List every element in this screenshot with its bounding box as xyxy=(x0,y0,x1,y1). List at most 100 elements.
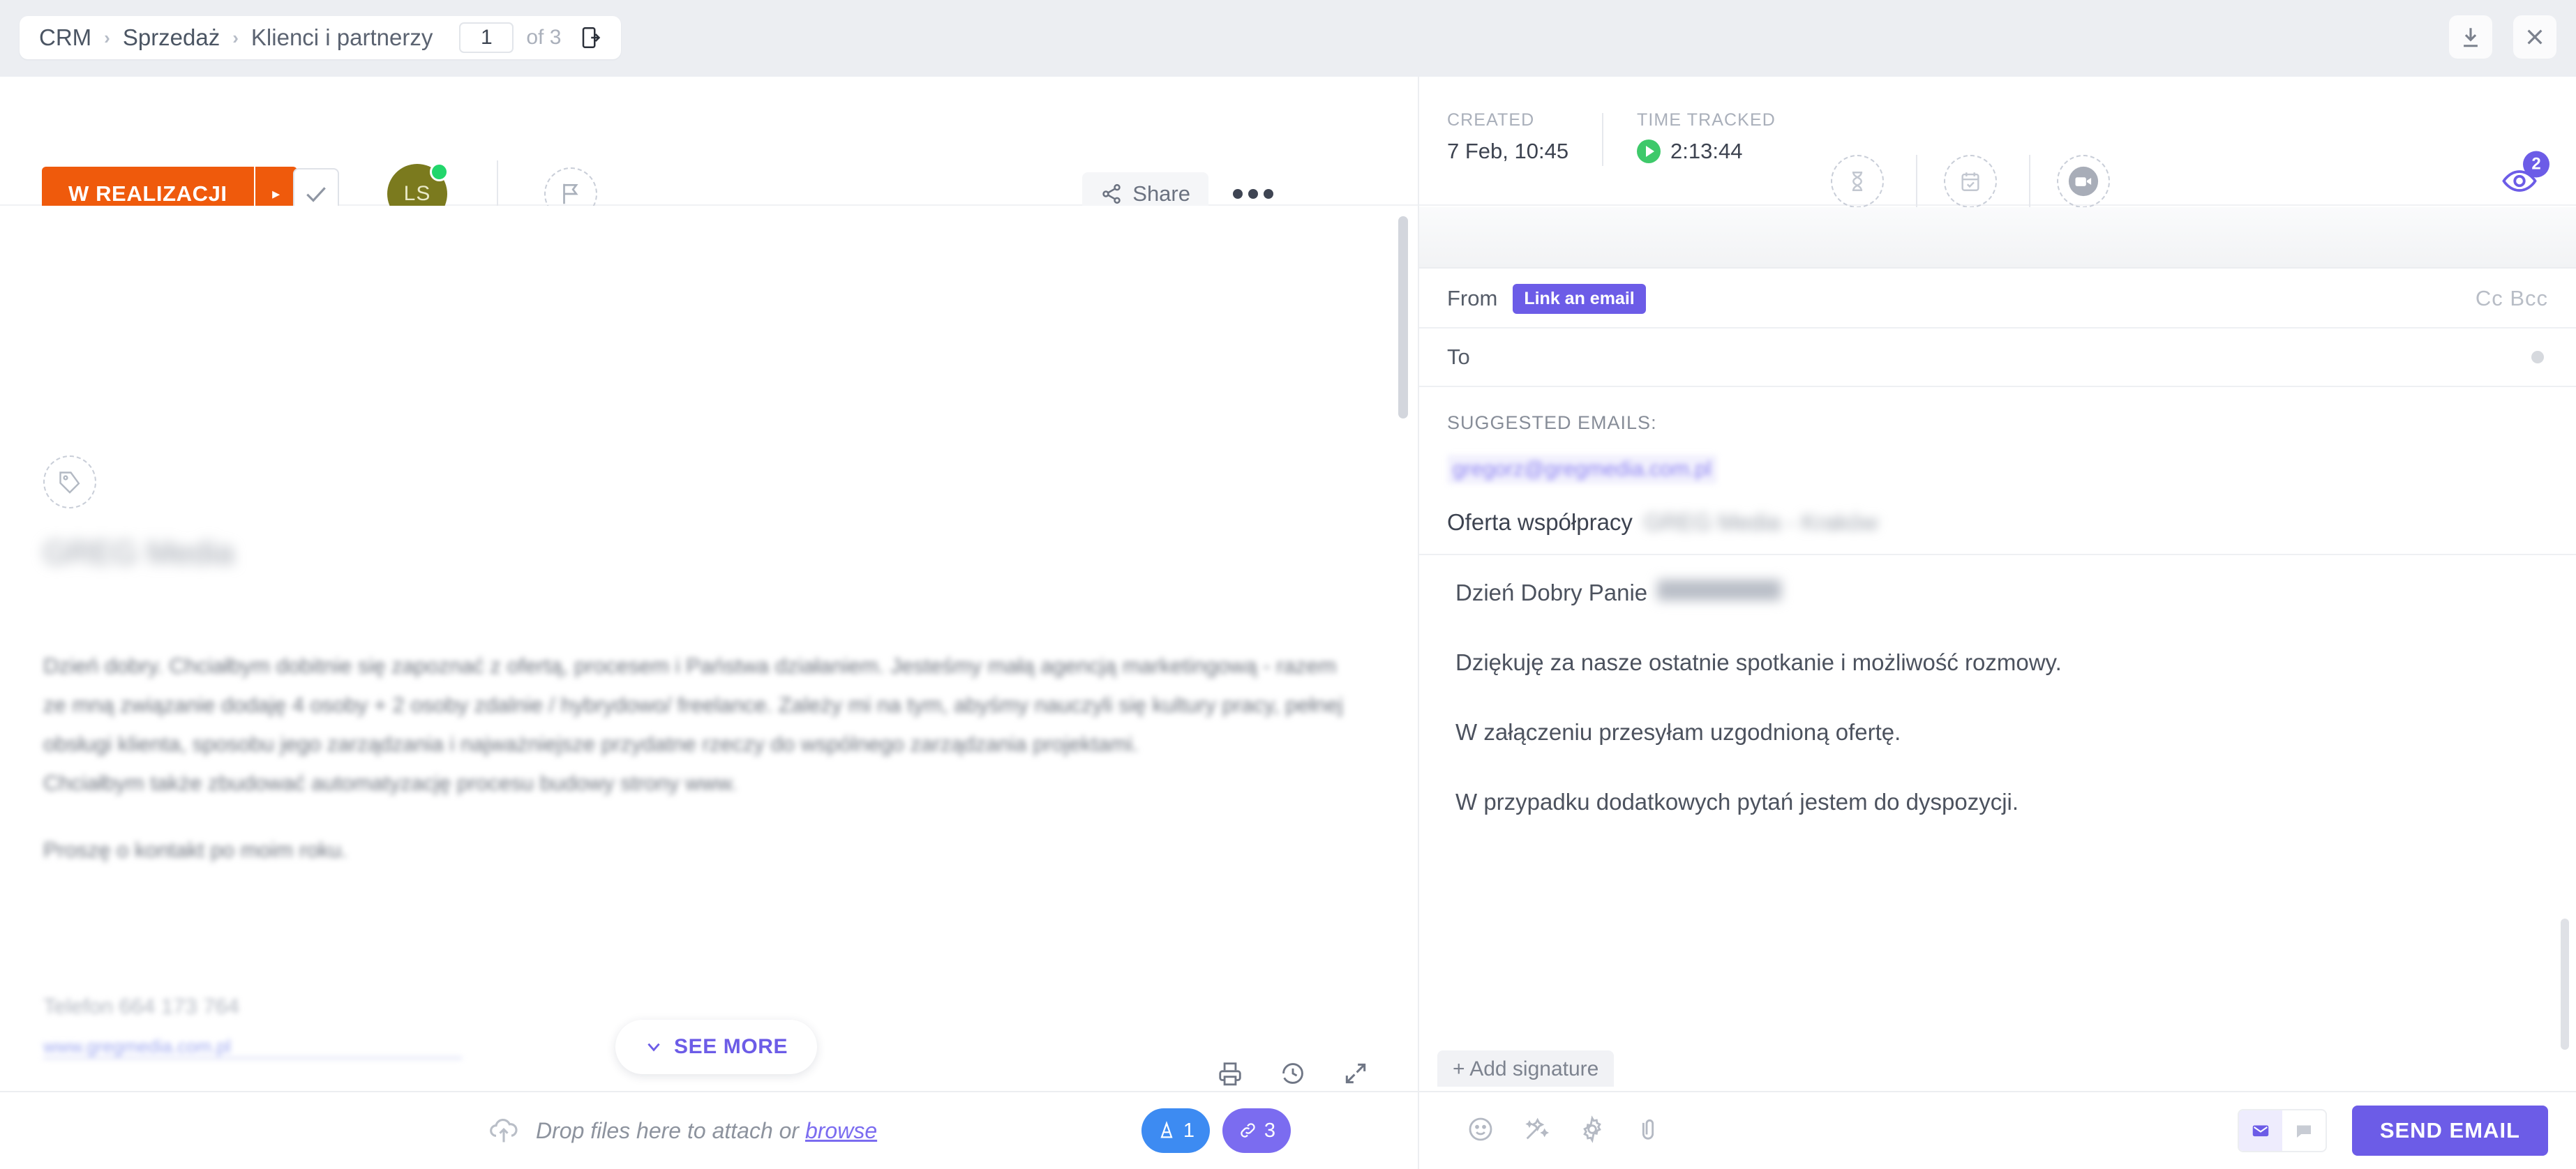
email-body-line: W załączeniu przesyłam uzgodnioną ofertę… xyxy=(1455,717,2534,748)
meta-divider xyxy=(1602,113,1603,166)
presence-dot xyxy=(430,163,449,181)
suggested-emails-title: SUGGESTED EMAILS: xyxy=(1447,412,1657,433)
to-label: To xyxy=(1447,345,1470,369)
hourglass-icon[interactable] xyxy=(1831,155,1884,208)
email-composer-panel: CREATED 7 Feb, 10:45 TIME TRACKED 2:13:4… xyxy=(1418,77,2576,1169)
watchers-button[interactable]: 2 xyxy=(2501,151,2549,204)
page-number-input[interactable]: 1 xyxy=(459,22,514,53)
envelope-icon xyxy=(2252,1125,2269,1137)
created-value: 7 Feb, 10:45 xyxy=(1447,139,1569,163)
link-an-email-button[interactable]: Link an email xyxy=(1513,283,1646,314)
email-body-line: Dzień Dobry Panie xyxy=(1455,578,2534,608)
expand-icon[interactable] xyxy=(1342,1060,1369,1090)
print-icon[interactable] xyxy=(1217,1060,1243,1090)
magic-wand-icon[interactable] xyxy=(1522,1115,1550,1147)
deal-toolbar: W REALIZACJI ▸ LS Share xyxy=(0,77,1418,227)
to-row[interactable]: To xyxy=(1419,329,2576,387)
email-body-line: Dziękuję za nasze ostatnie spotkanie i m… xyxy=(1455,647,2534,678)
time-tracked-label: TIME TRACKED xyxy=(1637,110,1776,130)
share-icon xyxy=(1102,183,1121,204)
paperclip-icon[interactable] xyxy=(1634,1115,1662,1147)
comment-icon xyxy=(2296,1125,2311,1138)
subject-row[interactable]: Oferta współpracy GREG Media - Kraków xyxy=(1419,509,2576,555)
breadcrumb-separator: › xyxy=(232,27,239,48)
open-external-icon[interactable] xyxy=(576,22,604,53)
close-icon[interactable] xyxy=(2513,15,2556,59)
mode-email-option[interactable] xyxy=(2238,1110,2282,1151)
deal-detail-panel: W REALIZACJI ▸ LS Share GREG Media Dzień… xyxy=(0,77,1418,1169)
deal-title: GREG Media xyxy=(43,534,234,571)
composer-tool-icons xyxy=(1467,1115,1662,1147)
deal-description: Dzień dobry. Chciałbym dobitnie się zapo… xyxy=(43,647,1355,870)
mode-comment-option[interactable] xyxy=(2282,1110,2326,1151)
email-body-text: Dziękuję za nasze ostatnie spotkanie i m… xyxy=(1455,649,2062,675)
see-more-button[interactable]: SEE MORE xyxy=(615,1020,818,1074)
deal-website-link[interactable]: www.gregmedia.com.pl xyxy=(43,1036,462,1059)
attachment-count-chip[interactable]: 1 xyxy=(1141,1108,1210,1153)
gear-icon[interactable] xyxy=(1578,1115,1606,1147)
dropzone-label: Drop files here to attach or xyxy=(536,1117,800,1143)
from-label: From xyxy=(1447,286,1498,310)
recipient-name-redacted xyxy=(1657,580,1782,601)
add-signature-row: + Add signature xyxy=(1419,1050,2576,1091)
deal-body: GREG Media Dzień dobry. Chciałbym dobitn… xyxy=(0,206,1418,1091)
deal-phone: Telefon 664 173 764 xyxy=(43,994,239,1018)
share-button-label: Share xyxy=(1132,181,1190,206)
suggested-emails-block: SUGGESTED EMAILS: gregorz@gregmedia.com.… xyxy=(1419,387,2576,491)
chevron-down-icon xyxy=(647,1043,660,1052)
email-compose-form: From Link an email Cc Bcc To SUGGESTED E… xyxy=(1419,270,2576,1085)
deal-description-paragraph-1: Dzień dobry. Chciałbym dobitnie się zapo… xyxy=(43,654,1343,756)
composer-top-band xyxy=(1419,207,2576,269)
link-icon xyxy=(1241,1123,1255,1138)
from-row[interactable]: From Link an email Cc Bcc xyxy=(1419,270,2576,329)
history-clock-icon[interactable] xyxy=(1280,1060,1306,1090)
send-mode-toggle[interactable] xyxy=(2237,1109,2327,1152)
add-signature-button[interactable]: + Add signature xyxy=(1437,1050,1615,1087)
created-meta: CREATED 7 Feb, 10:45 xyxy=(1447,110,1568,164)
attachment-count: 1 xyxy=(1183,1119,1195,1142)
breadcrumb-item-crm[interactable]: CRM xyxy=(39,24,91,51)
email-body-text: Dzień Dobry Panie xyxy=(1455,580,1648,605)
cc-bcc-toggle[interactable]: Cc Bcc xyxy=(2476,286,2548,311)
left-panel-scrollbar[interactable] xyxy=(1398,216,1408,418)
time-tracked-meta: TIME TRACKED 2:13:44 xyxy=(1637,110,1776,164)
calendar-check-icon[interactable] xyxy=(1944,155,1997,208)
breadcrumb-separator: › xyxy=(104,27,110,48)
breadcrumb-item-klienci-i-partnerzy[interactable]: Klienci i partnerzy xyxy=(251,24,433,51)
video-camera-icon[interactable] xyxy=(2057,155,2110,208)
emoji-icon[interactable] xyxy=(1467,1115,1495,1147)
time-tracked-value-row[interactable]: 2:13:44 xyxy=(1637,139,1776,164)
email-body-scrollbar[interactable] xyxy=(2561,919,2569,1050)
to-avatar-placeholder xyxy=(2531,351,2544,363)
pen-attachment-icon xyxy=(1160,1121,1173,1138)
watchers-count-badge: 2 xyxy=(2523,151,2549,178)
created-label: CREATED xyxy=(1447,110,1535,130)
dock-download-icon[interactable] xyxy=(2449,15,2492,59)
header-divider xyxy=(1916,155,1917,208)
attachment-chips: 1 3 xyxy=(1141,1108,1291,1153)
browse-link[interactable]: browse xyxy=(805,1118,877,1143)
attachment-dropzone-bar[interactable]: Drop files here to attach or browse 1 3 xyxy=(0,1091,1418,1169)
task-detail-shell: W REALIZACJI ▸ LS Share GREG Media Dzień… xyxy=(0,77,2576,1169)
linked-items-chip[interactable]: 3 xyxy=(1222,1108,1291,1153)
see-more-label: SEE MORE xyxy=(674,1035,788,1058)
window-title-bar: CRM › Sprzedaż › Klienci i partnerzy 1 o… xyxy=(0,0,2576,77)
email-body-text: W przypadku dodatkowych pytań jestem do … xyxy=(1455,789,2019,815)
send-email-button[interactable]: SEND EMAIL xyxy=(2351,1106,2548,1156)
time-tracked-value: 2:13:44 xyxy=(1670,139,1743,163)
dropzone[interactable]: Drop files here to attach or browse xyxy=(488,1115,877,1146)
breadcrumb-item-sprzedaz[interactable]: Sprzedaż xyxy=(123,24,220,51)
breadcrumb: CRM › Sprzedaż › Klienci i partnerzy 1 o… xyxy=(20,16,622,59)
deal-description-paragraph-2: Chciałbym także zbudować automatyzację p… xyxy=(43,771,737,795)
timer-play-icon[interactable] xyxy=(1637,139,1661,163)
deal-description-paragraph-3: Proszę o kontakt po moim roku. xyxy=(43,838,347,862)
activity-meta-header: CREATED 7 Feb, 10:45 TIME TRACKED 2:13:4… xyxy=(1419,77,2576,208)
composer-toolbar: SEND EMAIL xyxy=(1419,1091,2576,1169)
tag-icon[interactable] xyxy=(43,455,96,508)
email-body-editor[interactable]: Dzień Dobry Panie Dziękuję za nasze osta… xyxy=(1419,555,2576,911)
suggested-email-item[interactable]: gregorz@gregmedia.com.pl xyxy=(1447,455,1717,484)
linked-items-count: 3 xyxy=(1264,1119,1276,1142)
email-body-text: W załączeniu przesyłam uzgodnioną ofertę… xyxy=(1455,719,1901,745)
subject-value: Oferta współpracy xyxy=(1447,509,1633,535)
page-total-label: of 3 xyxy=(526,26,562,49)
